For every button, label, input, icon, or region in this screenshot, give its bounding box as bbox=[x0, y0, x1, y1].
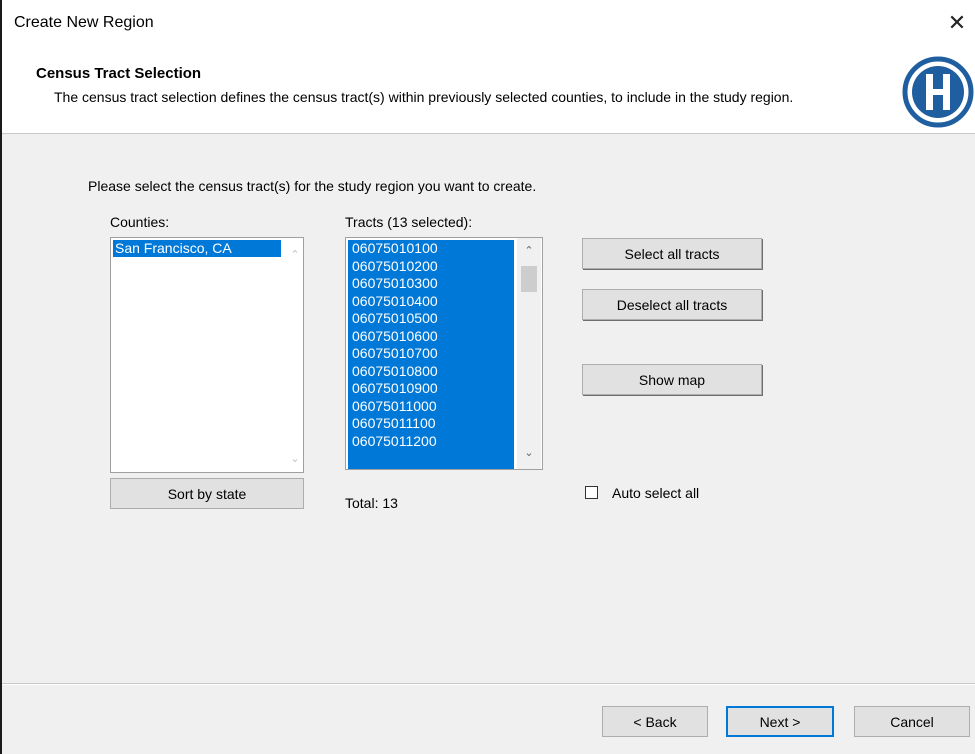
scroll-up-icon: ⌃ bbox=[290, 249, 300, 261]
tracts-label: Tracts (13 selected): bbox=[345, 214, 473, 230]
scroll-up-icon[interactable]: ⌃ bbox=[521, 244, 537, 257]
close-button[interactable]: ✕ bbox=[942, 8, 972, 38]
show-map-button[interactable]: Show map bbox=[582, 364, 762, 395]
wizard-header: Census Tract Selection The census tract … bbox=[2, 46, 975, 134]
scroll-down-icon[interactable]: ⌄ bbox=[521, 446, 537, 459]
cancel-button[interactable]: Cancel bbox=[854, 706, 970, 737]
list-item[interactable]: 06075011000 bbox=[348, 397, 514, 415]
tracts-listbox[interactable]: 06075010100 06075010200 06075010300 0607501… bbox=[345, 237, 543, 470]
list-item[interactable]: 06075010700 bbox=[348, 345, 514, 363]
title-bar: Create New Region ✕ bbox=[2, 0, 975, 46]
deselect-all-tracts-button[interactable]: Deselect all tracts bbox=[582, 289, 762, 320]
tracts-total: Total: 13 bbox=[345, 495, 398, 511]
list-item[interactable]: 06075010800 bbox=[348, 362, 514, 380]
list-item[interactable]: San Francisco, CA bbox=[113, 240, 281, 257]
list-item[interactable]: 06075011100 bbox=[348, 415, 514, 433]
list-item[interactable]: 06075011200 bbox=[348, 432, 514, 450]
select-all-tracts-button[interactable]: Select all tracts bbox=[582, 238, 762, 269]
auto-select-all-label[interactable]: Auto select all bbox=[612, 485, 699, 501]
create-new-region-dialog: Create New Region ✕ Census Tract Selecti… bbox=[0, 0, 975, 754]
list-item[interactable]: 06075010200 bbox=[348, 257, 514, 275]
page-description: The census tract selection defines the c… bbox=[54, 89, 794, 105]
list-item[interactable]: 06075010500 bbox=[348, 310, 514, 328]
next-button[interactable]: Next > bbox=[726, 706, 834, 737]
sort-by-state-button[interactable]: Sort by state bbox=[110, 478, 304, 509]
close-icon: ✕ bbox=[947, 10, 967, 35]
window-title: Create New Region bbox=[14, 14, 154, 31]
scrollbar-thumb[interactable] bbox=[521, 266, 537, 292]
auto-select-all-checkbox[interactable] bbox=[585, 486, 598, 499]
list-item[interactable]: 06075010300 bbox=[348, 275, 514, 293]
instruction-text: Please select the census tract(s) for th… bbox=[88, 178, 537, 194]
list-item[interactable]: 06075010600 bbox=[348, 327, 514, 345]
list-item[interactable]: 06075010400 bbox=[348, 292, 514, 310]
list-item[interactable]: 06075010100 bbox=[348, 240, 514, 258]
page-title: Census Tract Selection bbox=[36, 65, 202, 82]
tracts-scrollbar[interactable]: ⌃ ⌄ bbox=[517, 238, 541, 469]
counties-label: Counties: bbox=[110, 214, 170, 230]
hazus-logo-icon bbox=[902, 56, 974, 128]
list-item[interactable]: 06075010900 bbox=[348, 380, 514, 398]
scroll-down-icon: ⌄ bbox=[290, 453, 300, 465]
back-button[interactable]: < Back bbox=[602, 706, 708, 737]
counties-listbox[interactable]: San Francisco, CA ⌃ ⌄ bbox=[110, 237, 304, 473]
